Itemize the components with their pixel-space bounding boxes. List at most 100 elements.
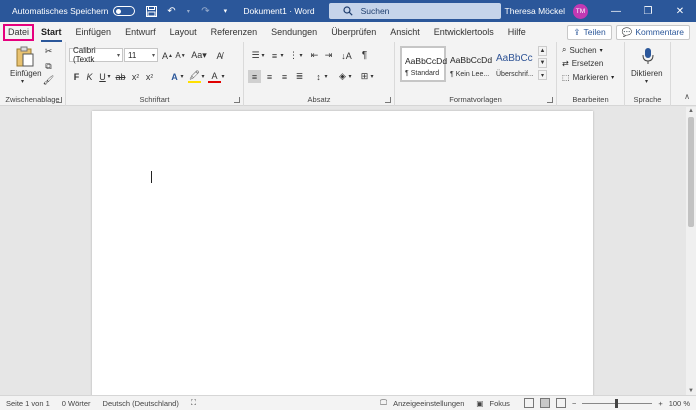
styles-scroll-down-icon[interactable]: ▼ [538,58,547,68]
save-icon[interactable] [145,5,157,17]
format-painter-icon[interactable]: 🖌 [42,74,55,87]
language-status[interactable]: Deutsch (Deutschland) [103,399,179,408]
line-spacing-dropdown-icon[interactable]: ▾ [323,70,329,83]
replace-button[interactable]: ⇄ Ersetzen [562,59,603,68]
minimize-button[interactable]: — [600,0,632,22]
restore-button[interactable]: ❐ [632,0,664,22]
numbering-dropdown-icon[interactable]: ▾ [279,49,285,62]
search-box[interactable]: Suchen [328,3,501,19]
styles-more-icon[interactable]: ▾ [538,70,547,80]
tab-entwurf[interactable]: Entwurf [118,23,163,41]
zoom-level[interactable]: 100 % [669,399,690,408]
text-effects-dropdown-icon[interactable]: ▾ [179,70,185,83]
dictate-label[interactable]: Diktieren [631,69,663,78]
change-case-icon[interactable]: Aa▾ [190,49,208,62]
paste-icon[interactable] [14,46,36,68]
style-no-spacing[interactable]: AaBbCcDd ¶ Kein Lee... [446,46,492,82]
zoom-in-icon[interactable]: + [658,399,662,408]
borders-dropdown-icon[interactable]: ▾ [369,70,375,83]
tab-ueberpruefen[interactable]: Überprüfen [324,23,383,41]
paste-label[interactable]: Einfügen [10,69,42,78]
italic-icon[interactable]: K [83,70,96,83]
style-standard[interactable]: AaBbCcDd ¶ Standard [400,46,447,82]
vertical-scrollbar[interactable]: ▲ ▼ [686,107,696,395]
document-page[interactable] [92,111,593,401]
close-button[interactable]: ✕ [664,0,696,22]
copy-icon[interactable]: ⧉ [42,60,55,73]
font-launcher-icon[interactable] [234,97,240,103]
scroll-down-icon[interactable]: ▼ [688,388,694,394]
dictate-dropdown-icon[interactable]: ▾ [645,78,648,85]
style-heading1[interactable]: AaBbCc Überschrif... [492,46,534,82]
zoom-slider[interactable] [582,398,653,408]
user-name[interactable]: Theresa Möckel [505,6,565,16]
align-center-icon[interactable]: ≡ [263,70,276,83]
show-formatting-icon[interactable]: ¶ [358,49,371,62]
display-settings-label[interactable]: Anzeigeeinstellungen [393,399,464,408]
redo-icon[interactable]: ↷ [199,5,211,17]
microphone-icon[interactable] [639,46,657,66]
accessibility-icon[interactable]: ⛶ [191,398,196,408]
tab-entwicklertools[interactable]: Entwicklertools [427,23,501,41]
customize-toolbar-icon[interactable]: ▾ [219,5,231,17]
zoom-out-icon[interactable]: − [572,399,576,408]
font-name-select[interactable]: Calibri (Textk ▾ [69,46,123,64]
bold-icon[interactable]: F [70,70,83,83]
share-button[interactable]: ⇪ Teilen [567,24,612,40]
grow-font-icon[interactable]: A ▲ [161,49,174,62]
font-size-select[interactable]: 11 ▾ [124,48,158,62]
select-button[interactable]: ⬚ Markieren ▾ [562,73,614,82]
tab-ansicht[interactable]: Ansicht [383,23,427,41]
editing-group-label: Bearbeiten [572,95,609,104]
web-layout-icon[interactable] [555,398,566,408]
undo-dropdown-icon[interactable]: ▾ [185,5,191,17]
tab-start[interactable]: Start [34,23,69,42]
display-settings-icon[interactable]: 🖵 [380,398,387,408]
tab-sendungen[interactable]: Sendungen [264,23,324,41]
superscript-icon[interactable]: x2 [143,70,156,83]
tab-einfuegen[interactable]: Einfügen [69,23,119,41]
clipboard-launcher-icon[interactable] [56,97,62,103]
decrease-indent-icon[interactable]: ⇤ [308,49,321,62]
increase-indent-icon[interactable]: ⇥ [322,49,335,62]
avatar[interactable]: TM [573,3,588,19]
print-layout-icon[interactable] [539,398,550,408]
clear-formatting-icon[interactable]: A̸ [213,49,226,62]
multilevel-dropdown-icon[interactable]: ▾ [298,49,304,62]
align-right-icon[interactable]: ≡ [278,70,291,83]
tab-layout[interactable]: Layout [163,23,204,41]
styles-launcher-icon[interactable] [547,97,553,103]
highlight-dropdown-icon[interactable]: ▾ [200,70,206,83]
comments-button[interactable]: 💬 Kommentare [615,24,690,40]
page-count[interactable]: Seite 1 von 1 [6,399,50,408]
focus-label[interactable]: Fokus [490,399,510,408]
bullets-dropdown-icon[interactable]: ▾ [260,49,266,62]
sort-icon[interactable]: ↓A [340,49,353,62]
scroll-up-icon[interactable]: ▲ [688,108,694,114]
tab-referenzen[interactable]: Referenzen [204,23,265,41]
autosave-control[interactable]: Automatisches Speichern [12,6,136,16]
align-left-icon[interactable]: ≡ [248,70,261,83]
autosave-toggle[interactable] [113,6,136,16]
strikethrough-icon[interactable]: ab [114,70,127,83]
styles-scroll-up-icon[interactable]: ▲ [538,46,547,56]
subscript-icon[interactable]: x2 [129,70,142,83]
paste-dropdown-icon[interactable]: ▾ [21,78,24,85]
shrink-font-icon[interactable]: A ▼ [174,49,187,62]
justify-icon[interactable]: ≣ [293,70,306,83]
tab-datei[interactable]: Datei [3,23,35,41]
scroll-thumb[interactable] [688,117,694,227]
cut-icon[interactable]: ✂ [42,45,55,58]
paragraph-launcher-icon[interactable] [385,97,391,103]
undo-icon[interactable]: ↶ [165,5,177,17]
word-count[interactable]: 0 Wörter [62,399,91,408]
find-button[interactable]: ⌕ Suchen ▾ [562,45,603,55]
underline-dropdown-icon[interactable]: ▾ [106,70,112,83]
read-mode-icon[interactable] [523,398,534,408]
shading-dropdown-icon[interactable]: ▾ [347,70,353,83]
font-group: Calibri (Textk ▾ 11 ▾ A ▲ A ▼ Aa▾ A̸ F K U ▾… [66,42,244,106]
collapse-ribbon-icon[interactable]: ∧ [684,92,690,101]
tab-hilfe[interactable]: Hilfe [501,23,533,41]
focus-icon[interactable]: ▣ [476,399,483,408]
font-color-dropdown-icon[interactable]: ▾ [220,70,226,83]
